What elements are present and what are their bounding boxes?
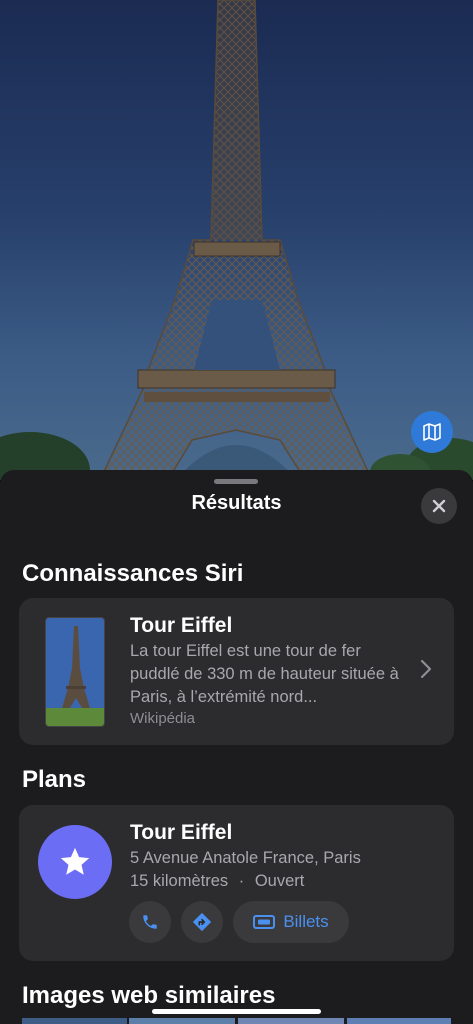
plans-card[interactable]: Tour Eiffel 5 Avenue Anatole France, Par… bbox=[19, 805, 454, 961]
call-button[interactable] bbox=[129, 901, 171, 943]
directions-icon bbox=[192, 912, 212, 932]
web-image-thumb-2[interactable] bbox=[129, 1018, 235, 1024]
tickets-label: Billets bbox=[283, 912, 329, 931]
sheet-title: Résultats bbox=[191, 492, 282, 514]
home-indicator[interactable] bbox=[152, 1009, 321, 1014]
map-icon bbox=[423, 423, 441, 441]
ticket-icon bbox=[253, 915, 276, 929]
siri-knowledge-card[interactable]: Tour Eiffel La tour Eiffel est une tour … bbox=[19, 598, 454, 745]
eiffel-thumbnail bbox=[45, 617, 105, 727]
results-sheet: Résultats Connaissances Siri Tour Eiffel… bbox=[0, 470, 473, 1024]
web-image-thumb-4[interactable] bbox=[347, 1018, 451, 1024]
siri-card-source: Wikipédia bbox=[130, 710, 196, 727]
phone-icon bbox=[143, 915, 157, 929]
close-button[interactable] bbox=[421, 488, 457, 524]
sheet-grabber[interactable] bbox=[214, 479, 258, 484]
place-badge bbox=[38, 825, 112, 899]
tickets-button[interactable]: Billets bbox=[233, 901, 349, 943]
plans-distance: 15 kilomètres bbox=[130, 872, 229, 890]
plans-address: 5 Avenue Anatole France, Paris bbox=[130, 849, 361, 867]
eiffel-tower-photo bbox=[0, 0, 473, 480]
plans-separator: · bbox=[238, 872, 245, 890]
siri-card-title: Tour Eiffel bbox=[130, 614, 233, 637]
star-icon bbox=[60, 847, 90, 875]
plans-card-title: Tour Eiffel bbox=[130, 821, 233, 844]
siri-section-title: Connaissances Siri bbox=[22, 560, 244, 587]
siri-card-description: La tour Eiffel est une tour de fer puddl… bbox=[130, 642, 399, 706]
plans-section-title: Plans bbox=[22, 766, 87, 793]
close-icon bbox=[432, 499, 446, 513]
chevron-right-icon bbox=[420, 659, 432, 679]
plans-status: Ouvert bbox=[254, 872, 305, 890]
web-image-thumb-1[interactable] bbox=[22, 1018, 127, 1024]
web-images-section-title: Images web similaires bbox=[22, 982, 276, 1009]
web-image-thumb-3[interactable] bbox=[238, 1018, 344, 1024]
map-button[interactable] bbox=[411, 411, 453, 453]
plans-info-line: 15 kilomètres · Ouvert bbox=[130, 872, 304, 891]
directions-button[interactable] bbox=[181, 901, 223, 943]
